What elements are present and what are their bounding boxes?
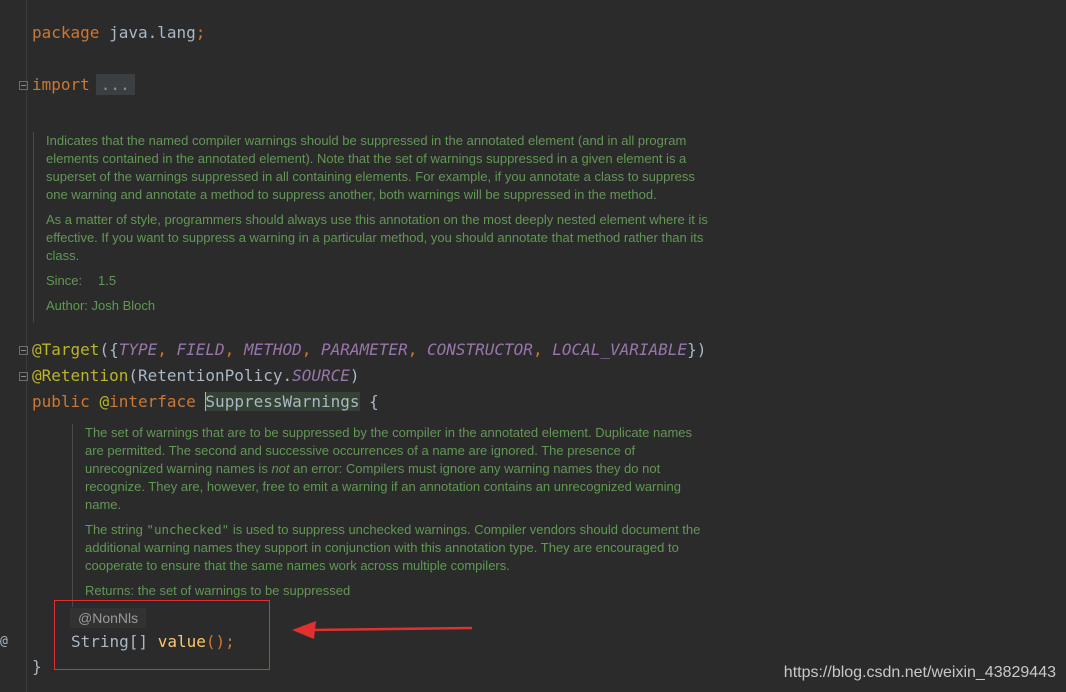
target-item: PARAMETER <box>321 340 408 359</box>
target-open: ({ <box>99 340 119 359</box>
returns-label: Returns: <box>85 583 135 598</box>
fold-toggle-import[interactable] <box>19 81 28 90</box>
package-line[interactable]: package java.lang; <box>32 23 205 43</box>
target-annotation-line[interactable]: @Target({TYPE, FIELD, METHOD, PARAMETER,… <box>32 340 706 360</box>
method-doc-emphasis: not <box>271 461 290 476</box>
import-line[interactable]: import... <box>32 74 135 95</box>
method-doc-code: "unchecked" <box>146 522 230 537</box>
keyword-package: package <box>32 23 100 42</box>
retention-open: (RetentionPolicy. <box>128 366 293 385</box>
interface-declaration-line[interactable]: public @interface SuppressWarnings { <box>32 392 379 412</box>
target-item: CONSTRUCTOR <box>426 340 533 359</box>
method-doc-text: The string <box>85 522 147 537</box>
red-arrow-icon <box>292 621 473 639</box>
keyword-interface: interface <box>109 392 196 411</box>
fold-toggle-target[interactable] <box>19 346 28 355</box>
method-javadoc: The set of warnings that are to be suppr… <box>72 424 704 607</box>
keyword-public: public <box>32 392 90 411</box>
package-name: java.lang <box>109 23 196 42</box>
class-doc-since: Since: 1.5 <box>46 272 713 290</box>
since-label: Since: <box>46 273 83 288</box>
retention-value: SOURCE <box>292 366 350 385</box>
method-doc-para1: The set of warnings that are to be suppr… <box>85 424 704 514</box>
target-item: LOCAL_VARIABLE <box>552 340 688 359</box>
target-item: METHOD <box>243 340 302 359</box>
annotation-retention: @Retention <box>32 366 129 385</box>
close-brace: } <box>32 657 42 676</box>
red-highlight-box <box>54 600 270 670</box>
interface-name[interactable]: SuppressWarnings <box>205 392 360 411</box>
at-sign: @ <box>99 392 110 411</box>
method-doc-returns: Returns: the set of warnings to be suppr… <box>85 582 704 600</box>
author-value: Josh Bloch <box>91 298 156 313</box>
target-item: TYPE <box>118 340 158 359</box>
returns-value: the set of warnings to be suppressed <box>137 583 351 598</box>
class-doc-para1: Indicates that the named compiler warnin… <box>46 133 695 202</box>
retention-annotation-line[interactable]: @Retention(RetentionPolicy.SOURCE) <box>32 366 360 386</box>
folded-imports[interactable]: ... <box>95 74 135 95</box>
class-doc-author: Author: Josh Bloch <box>46 297 713 315</box>
watermark-text: https://blog.csdn.net/weixin_43829443 <box>783 664 1056 681</box>
retention-close: ) <box>349 366 360 385</box>
semicolon: ; <box>195 23 206 42</box>
fold-toggle-retention[interactable] <box>19 372 28 381</box>
author-label: Author: <box>46 298 88 313</box>
class-javadoc: Indicates that the named compiler warnin… <box>33 132 713 322</box>
open-brace: { <box>359 392 379 411</box>
gutter-implemented-icon[interactable]: @ <box>0 634 8 649</box>
target-item: FIELD <box>176 340 225 359</box>
target-close: }) <box>687 340 707 359</box>
class-doc-para2: As a matter of style, programmers should… <box>46 212 708 263</box>
closing-brace-line[interactable]: } <box>32 657 42 677</box>
keyword-import: import <box>32 75 90 94</box>
since-value: 1.5 <box>98 273 117 288</box>
annotation-target: @Target <box>32 340 100 359</box>
method-doc-para2: The string "unchecked" is used to suppre… <box>85 521 704 575</box>
